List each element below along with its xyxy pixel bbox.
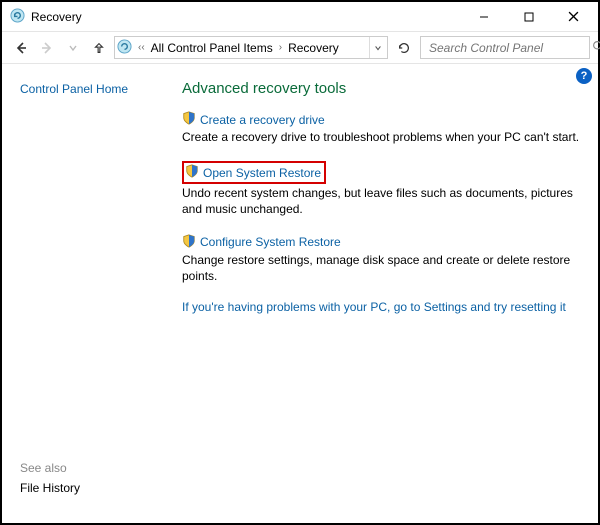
shield-icon: [185, 164, 199, 181]
address-bar[interactable]: ‹‹ All Control Panel Items › Recovery: [114, 36, 388, 59]
configure-system-restore-link[interactable]: Configure System Restore: [182, 234, 586, 251]
refresh-button[interactable]: [392, 36, 416, 59]
configure-system-restore-label: Configure System Restore: [200, 235, 341, 249]
reset-pc-settings-link[interactable]: If you're having problems with your PC, …: [182, 300, 586, 314]
titlebar: Recovery: [2, 2, 598, 32]
search-box[interactable]: [420, 36, 590, 59]
up-button[interactable]: [88, 37, 110, 59]
shield-icon: [182, 234, 196, 251]
chevron-left-icon[interactable]: ‹‹: [136, 42, 147, 53]
page-heading: Advanced recovery tools: [182, 80, 586, 97]
forward-button[interactable]: [36, 37, 58, 59]
recovery-window: Recovery: [0, 0, 600, 525]
create-recovery-drive-label: Create a recovery drive: [200, 113, 325, 127]
chevron-right-icon: ›: [277, 42, 284, 53]
search-icon: [592, 40, 600, 56]
address-dropdown-button[interactable]: [369, 37, 385, 58]
minimize-button[interactable]: [461, 3, 506, 31]
open-system-restore-link[interactable]: Open System Restore: [182, 161, 326, 184]
tool-configure-system-restore: Configure System Restore Change restore …: [182, 234, 586, 284]
create-recovery-drive-link[interactable]: Create a recovery drive: [182, 111, 586, 128]
navbar: ‹‹ All Control Panel Items › Recovery: [2, 32, 598, 64]
file-history-link[interactable]: File History: [20, 481, 162, 495]
control-panel-home-link[interactable]: Control Panel Home: [20, 82, 162, 96]
help-glyph: ?: [581, 70, 588, 82]
see-also-section: See also File History: [20, 461, 162, 513]
window-title: Recovery: [31, 10, 82, 24]
search-input[interactable]: [427, 40, 588, 56]
body: Control Panel Home See also File History…: [2, 64, 598, 523]
shield-icon: [182, 111, 196, 128]
tool-open-system-restore: Open System Restore Undo recent system c…: [182, 161, 586, 217]
back-button[interactable]: [10, 37, 32, 59]
recovery-app-icon: [10, 8, 25, 26]
maximize-button[interactable]: [506, 3, 551, 31]
address-icon: [117, 39, 132, 57]
help-icon[interactable]: ?: [576, 68, 592, 84]
create-recovery-drive-desc: Create a recovery drive to troubleshoot …: [182, 129, 586, 145]
open-system-restore-desc: Undo recent system changes, but leave fi…: [182, 185, 586, 217]
open-system-restore-label: Open System Restore: [203, 166, 321, 180]
configure-system-restore-desc: Change restore settings, manage disk spa…: [182, 252, 586, 284]
close-button[interactable]: [551, 3, 596, 31]
sidebar: Control Panel Home See also File History: [2, 64, 172, 523]
see-also-label: See also: [20, 461, 162, 475]
breadcrumb-parent[interactable]: All Control Panel Items: [151, 41, 273, 55]
breadcrumb-current[interactable]: Recovery: [288, 41, 339, 55]
recent-locations-button[interactable]: [62, 37, 84, 59]
main-content: ? Advanced recovery tools Create a recov…: [172, 64, 598, 523]
tool-create-recovery-drive: Create a recovery drive Create a recover…: [182, 111, 586, 145]
